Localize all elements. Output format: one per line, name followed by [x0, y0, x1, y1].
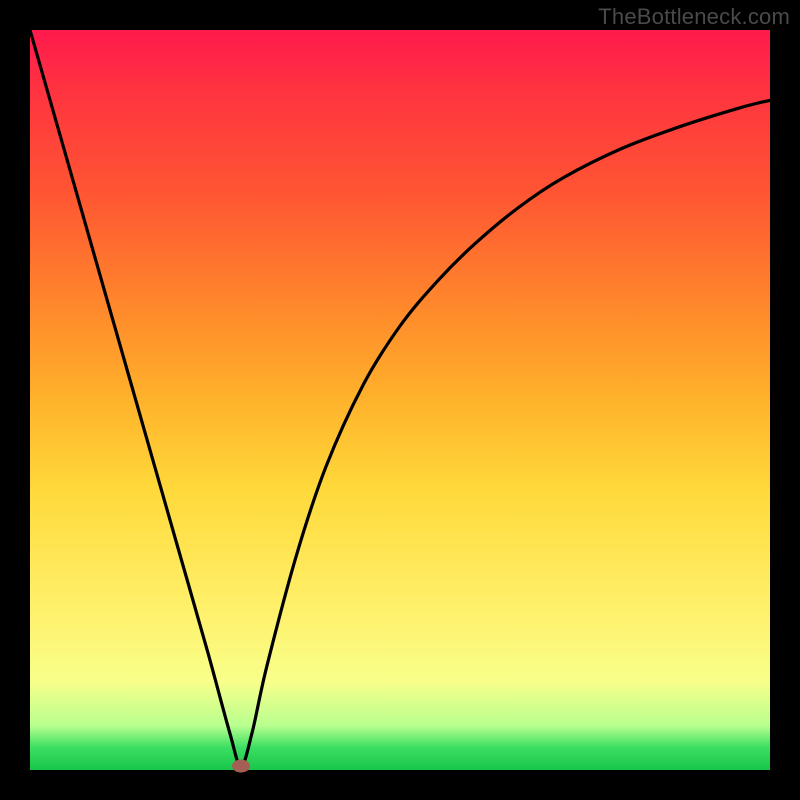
attribution-label: TheBottleneck.com — [598, 4, 790, 30]
curve-path — [30, 30, 770, 766]
bottleneck-curve — [30, 30, 770, 770]
chart-frame: TheBottleneck.com — [0, 0, 800, 800]
plot-area — [30, 30, 770, 770]
